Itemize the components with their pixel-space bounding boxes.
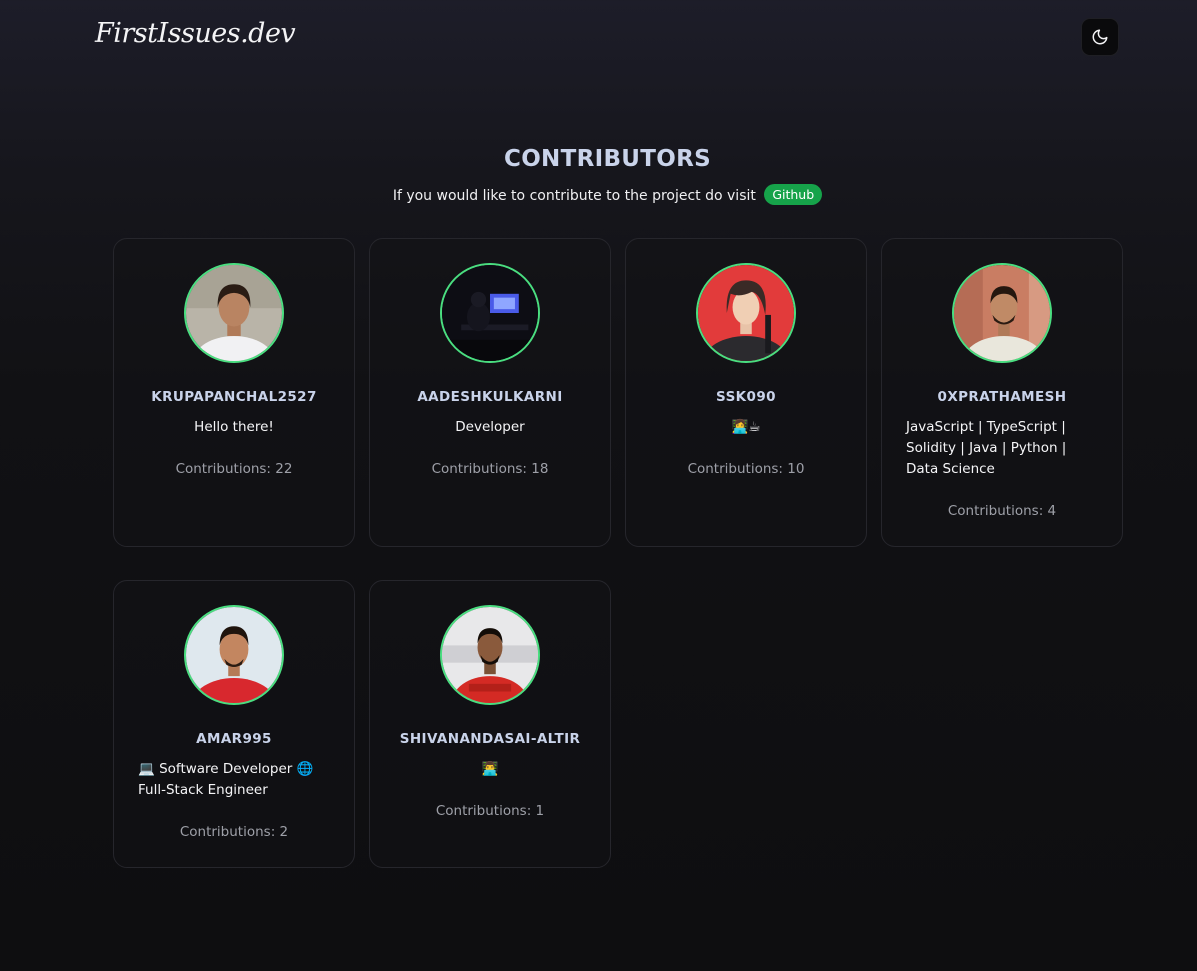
contributor-card: SSK090 👩‍💻☕ Contributions: 10 [625, 238, 867, 547]
contributor-username[interactable]: SSK090 [626, 389, 866, 405]
contributor-bio: 💻 Software Developer 🌐 Full-Stack Engine… [138, 761, 314, 798]
subtitle-text: If you would like to contribute to the p… [392, 188, 756, 204]
avatar[interactable] [184, 605, 284, 705]
contributor-username[interactable]: AADESHKULKARNI [370, 389, 610, 405]
contribution-count: Contributions: 22 [175, 461, 293, 477]
contribution-count: Contributions: 10 [687, 461, 805, 477]
contributor-username[interactable]: 0XPRATHAMESH [882, 389, 1122, 405]
contributor-card: AMAR995 💻 Software Developer 🌐 Full-Stac… [113, 580, 355, 868]
contributor-bio: Developer [455, 419, 525, 435]
github-link-badge[interactable]: Github [764, 184, 823, 205]
contributor-bio: 👩‍💻☕ [731, 419, 761, 435]
contribution-count: Contributions: 4 [947, 503, 1057, 519]
page-title: CONTRIBUTORS [504, 146, 711, 172]
contribution-count: Contributions: 1 [435, 803, 545, 819]
contributor-card: KRUPAPANCHAL2527 Hello there! Contributi… [113, 238, 355, 547]
theme-toggle-button[interactable] [1081, 18, 1119, 56]
avatar[interactable] [440, 263, 540, 363]
contribution-count: Contributions: 2 [179, 824, 289, 840]
avatar[interactable] [440, 605, 540, 705]
contributor-username[interactable]: SHIVANANDASAI-ALTIR [370, 731, 610, 747]
contributor-card: 0XPRATHAMESH JavaScript | TypeScript | S… [881, 238, 1123, 547]
moon-icon [1092, 29, 1108, 45]
contributor-username[interactable]: AMAR995 [114, 731, 354, 747]
contributor-bio: Hello there! [194, 419, 274, 435]
contributor-card: AADESHKULKARNI Developer Contributions: … [369, 238, 611, 547]
contributor-bio: JavaScript | TypeScript | Solidity | Jav… [906, 419, 1067, 477]
avatar[interactable] [184, 263, 284, 363]
contributor-bio: 👨‍💻 [481, 761, 499, 777]
contributor-username[interactable]: KRUPAPANCHAL2527 [114, 389, 354, 405]
contributor-card: SHIVANANDASAI-ALTIR 👨‍💻 Contributions: 1 [369, 580, 611, 868]
contribute-subtitle: If you would like to contribute to the p… [0, 184, 1197, 205]
contribution-count: Contributions: 18 [431, 461, 549, 477]
site-logo[interactable]: FirstIssues.dev [95, 18, 296, 49]
avatar[interactable] [952, 263, 1052, 363]
avatar[interactable] [696, 263, 796, 363]
